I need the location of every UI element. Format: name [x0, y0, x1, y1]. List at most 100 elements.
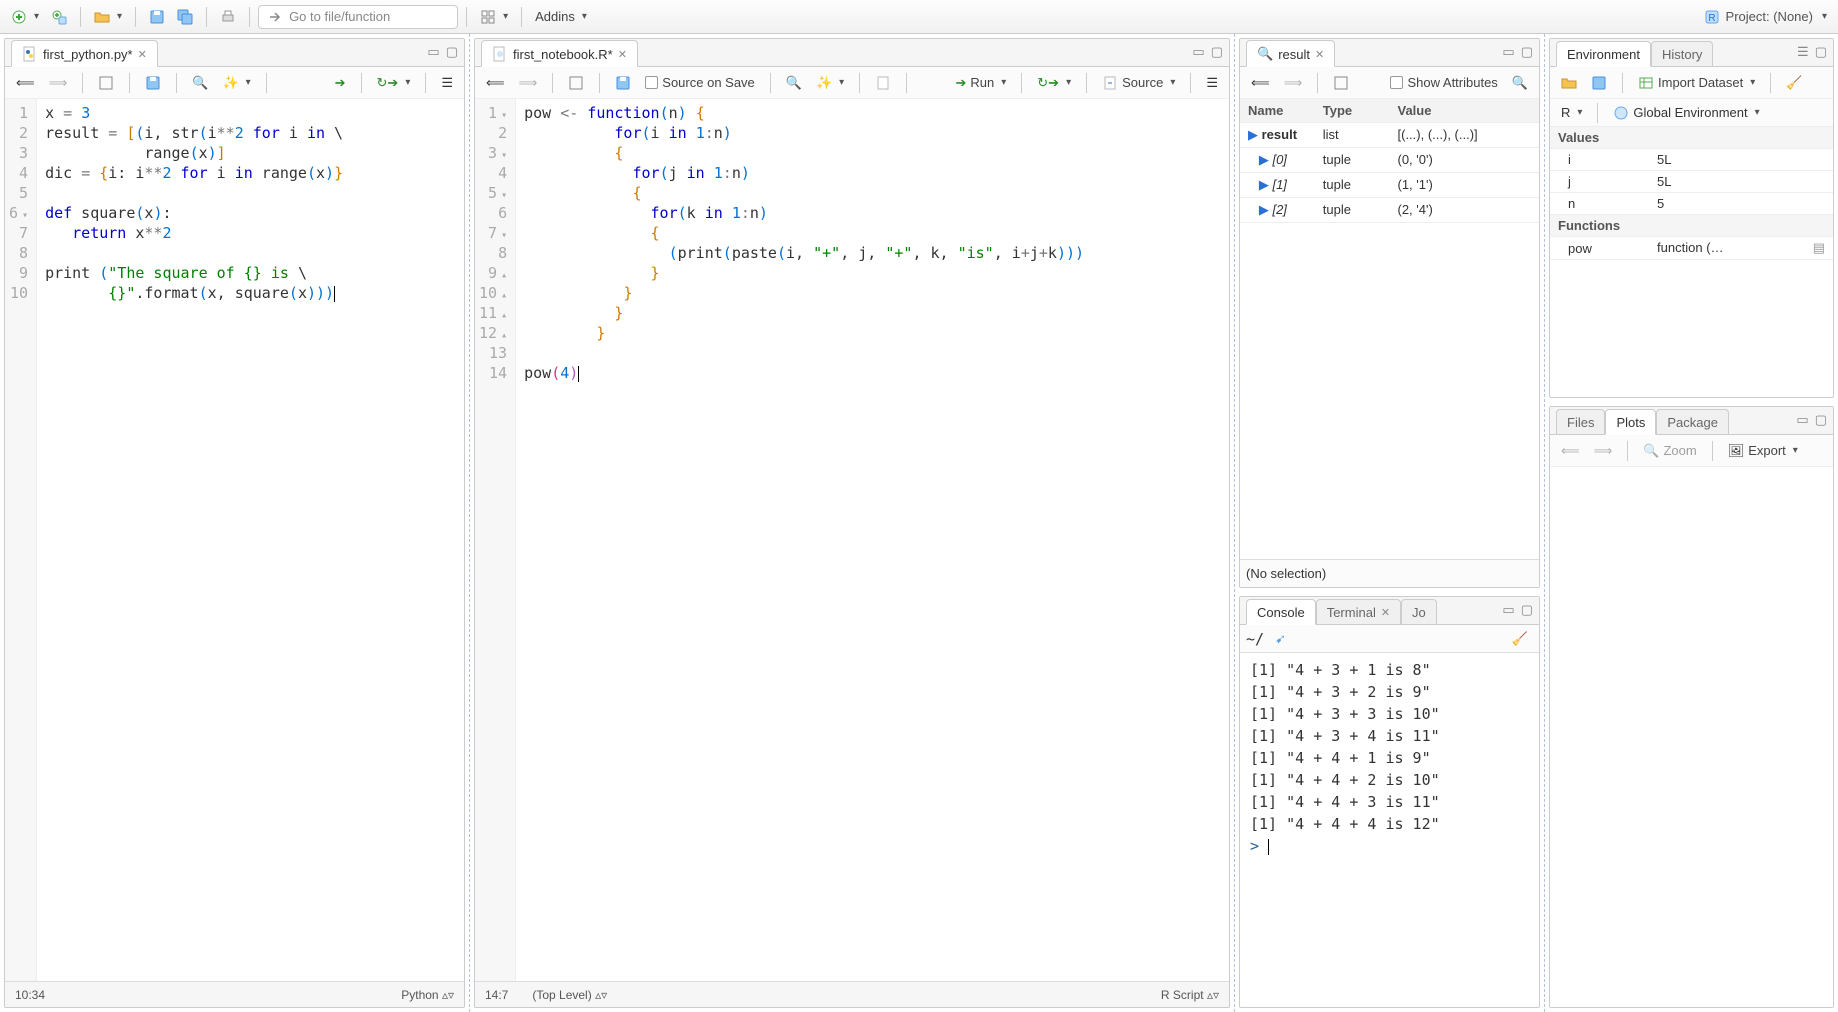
- search-icon[interactable]: 🔍: [1507, 72, 1533, 94]
- clear-env-icon[interactable]: 🧹: [1781, 72, 1807, 94]
- back-button[interactable]: ⟸: [481, 72, 510, 94]
- new-file-button[interactable]: [6, 6, 44, 28]
- inspector-row[interactable]: ▶ [0]: [1240, 148, 1315, 173]
- close-icon[interactable]: ✕: [1381, 606, 1390, 619]
- run-button[interactable]: ➔ Run: [950, 72, 1011, 94]
- show-attributes-check[interactable]: Show Attributes: [1385, 72, 1502, 93]
- inspector-tabbar: 🔍 result ✕ ▭ ▢: [1240, 39, 1539, 67]
- col-name[interactable]: Name: [1240, 99, 1315, 123]
- minimize-icon[interactable]: ▭: [1192, 44, 1204, 60]
- find-button[interactable]: 🔍: [781, 72, 807, 94]
- close-icon[interactable]: ✕: [138, 48, 147, 61]
- find-button[interactable]: 🔍: [187, 72, 213, 94]
- wand-button[interactable]: ✨: [811, 72, 849, 94]
- next-plot-button[interactable]: ⟹: [1589, 440, 1618, 462]
- zoom-button[interactable]: 🔍 Zoom: [1638, 440, 1701, 462]
- outline-button[interactable]: ☰: [1201, 72, 1223, 94]
- back-button[interactable]: ⟸: [11, 72, 40, 94]
- show-in-new-window-button[interactable]: [93, 72, 119, 94]
- forward-button[interactable]: ⟹: [1279, 72, 1308, 94]
- load-workspace-button[interactable]: [1556, 72, 1582, 94]
- env-row[interactable]: i5L: [1550, 149, 1833, 171]
- open-file-button[interactable]: [89, 6, 127, 28]
- wand-button[interactable]: ✨: [217, 72, 255, 94]
- prev-plot-button[interactable]: ⟸: [1556, 440, 1585, 462]
- maximize-icon[interactable]: ▢: [1521, 44, 1533, 60]
- run-line-button[interactable]: ➔: [330, 72, 351, 94]
- project-menu[interactable]: RProject: (None): [1699, 6, 1832, 28]
- show-in-new-window-button[interactable]: [1328, 72, 1354, 94]
- tab-plots[interactable]: Plots: [1605, 409, 1656, 435]
- rerun-button[interactable]: ↻➔: [1032, 72, 1076, 94]
- maximize-icon[interactable]: ▢: [1211, 44, 1223, 60]
- inspector-row-type: list: [1315, 123, 1390, 148]
- maximize-icon[interactable]: ▢: [1815, 412, 1827, 428]
- col-value[interactable]: Value: [1390, 99, 1540, 123]
- tab-first-python[interactable]: first_python.py* ✕: [11, 40, 158, 67]
- svg-text:R: R: [1708, 13, 1715, 24]
- scope-selector[interactable]: (Top Level) ▵▿: [532, 988, 607, 1002]
- close-icon[interactable]: ✕: [618, 48, 627, 61]
- back-button[interactable]: ⟸: [1246, 72, 1275, 94]
- tab-first-notebook[interactable]: first_notebook.R* ✕: [481, 40, 638, 67]
- save-button[interactable]: [140, 72, 166, 94]
- maximize-icon[interactable]: ▢: [446, 44, 458, 60]
- tab-console[interactable]: Console: [1246, 599, 1316, 625]
- list-view-icon[interactable]: ☰: [1797, 44, 1809, 60]
- env-row[interactable]: powfunction (… ▤: [1550, 237, 1833, 260]
- minimize-icon[interactable]: ▭: [1796, 412, 1808, 428]
- save-button[interactable]: [610, 72, 636, 94]
- editor1-body[interactable]: 123456▾78910 x = 3result = [(i, str(i**2…: [5, 99, 464, 981]
- tab-history[interactable]: History: [1651, 41, 1713, 67]
- maximize-icon[interactable]: ▢: [1815, 44, 1827, 60]
- goto-file-input[interactable]: Go to file/function: [258, 5, 458, 29]
- console-output[interactable]: [1] "4 + 3 + 1 is 8"[1] "4 + 3 + 2 is 9"…: [1240, 653, 1539, 1007]
- tab-environment[interactable]: Environment: [1556, 41, 1651, 67]
- tab-jobs[interactable]: Jo: [1401, 599, 1437, 625]
- editor2-body[interactable]: 1▾23▾45▾67▾89▴10▴11▴12▴1314 pow <- funct…: [475, 99, 1229, 981]
- notebook-button[interactable]: [870, 72, 896, 94]
- inspector-row[interactable]: ▶ [2]: [1240, 198, 1315, 223]
- export-button[interactable]: 🖼 Export: [1723, 440, 1803, 462]
- save-workspace-button[interactable]: [1586, 72, 1612, 94]
- scope-r[interactable]: R: [1556, 102, 1587, 123]
- minimize-icon[interactable]: ▭: [427, 44, 439, 60]
- editor2-toolbar: ⟸ ⟹ Source on Save 🔍 ✨ ➔ Run ↻➔ Source ☰: [475, 67, 1229, 99]
- tab-title: first_notebook.R*: [513, 47, 613, 62]
- tab-inspector[interactable]: 🔍 result ✕: [1246, 40, 1335, 67]
- tab-packages[interactable]: Package: [1656, 409, 1729, 435]
- minimize-icon[interactable]: ▭: [1502, 44, 1514, 60]
- outline-button[interactable]: ☰: [436, 72, 458, 94]
- goto-wd-icon[interactable]: ➹: [1270, 628, 1291, 650]
- new-project-button[interactable]: [46, 6, 72, 28]
- grid-view-button[interactable]: [475, 6, 513, 28]
- lang-selector[interactable]: Python ▵▿: [401, 988, 454, 1002]
- clear-console-icon[interactable]: 🧹: [1507, 628, 1533, 650]
- save-all-button[interactable]: [172, 6, 198, 28]
- print-button[interactable]: [215, 6, 241, 28]
- inspector-row[interactable]: ▶ result: [1240, 123, 1315, 148]
- rerun-button[interactable]: ↻➔: [372, 72, 416, 94]
- env-row[interactable]: j5L: [1550, 171, 1833, 193]
- tab-files[interactable]: Files: [1556, 409, 1605, 435]
- inspector-row-value: (1, '1'): [1390, 173, 1540, 198]
- source-on-save-check[interactable]: Source on Save: [640, 72, 760, 93]
- env-row[interactable]: n5: [1550, 193, 1833, 215]
- show-in-new-window-button[interactable]: [563, 72, 589, 94]
- inspector-row[interactable]: ▶ [1]: [1240, 173, 1315, 198]
- forward-button[interactable]: ⟹: [44, 72, 73, 94]
- save-button[interactable]: [144, 6, 170, 28]
- forward-button[interactable]: ⟹: [514, 72, 543, 94]
- maximize-icon[interactable]: ▢: [1521, 602, 1533, 618]
- col-type[interactable]: Type: [1315, 99, 1390, 123]
- source-button[interactable]: Source: [1097, 72, 1180, 94]
- lang-selector[interactable]: R Script ▵▿: [1161, 988, 1219, 1002]
- inspector-row-value: (2, '4'): [1390, 198, 1540, 223]
- close-icon[interactable]: ✕: [1315, 48, 1324, 61]
- addins-menu[interactable]: Addins: [530, 6, 592, 27]
- import-dataset-button[interactable]: Import Dataset: [1633, 72, 1760, 94]
- plot-canvas: [1550, 467, 1833, 1007]
- minimize-icon[interactable]: ▭: [1502, 602, 1514, 618]
- tab-terminal[interactable]: Terminal ✕: [1316, 599, 1401, 625]
- scope-global[interactable]: Global Environment: [1608, 102, 1764, 124]
